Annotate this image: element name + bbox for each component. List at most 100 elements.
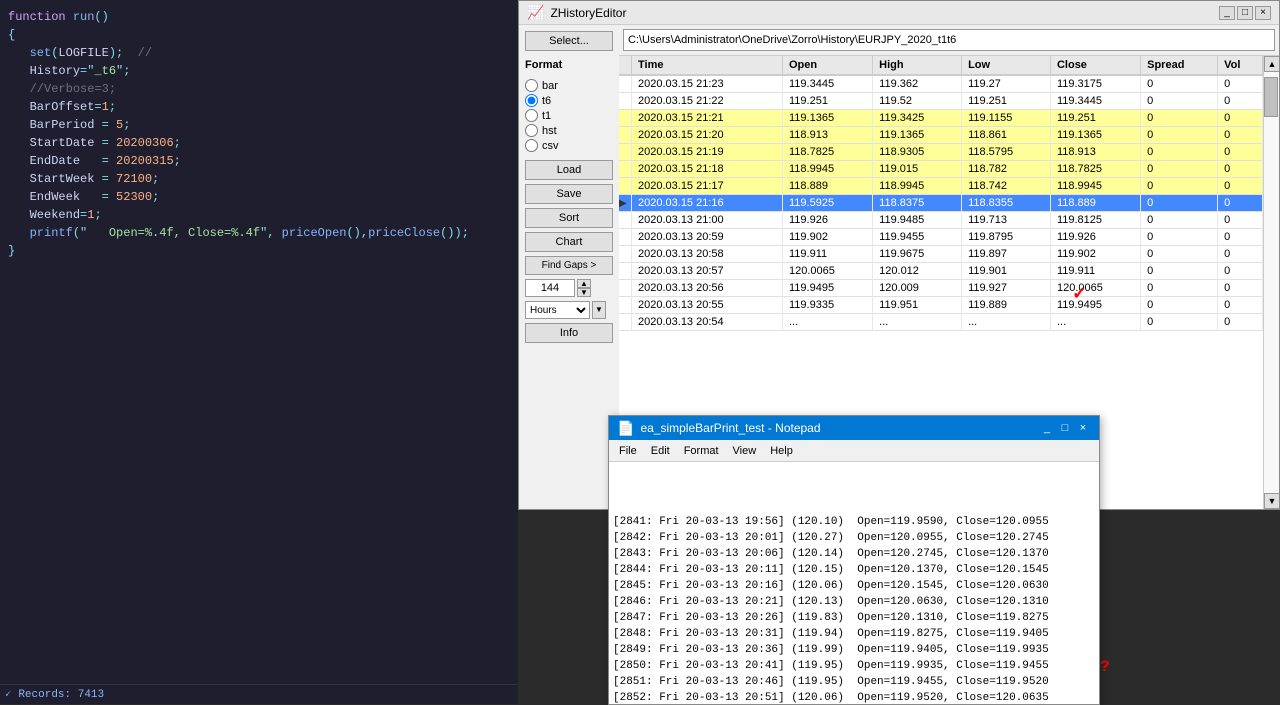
table-row[interactable]: 2020.03.15 21:22119.251119.52119.251119.…	[619, 93, 1263, 110]
table-row[interactable]: 2020.03.15 21:21119.1365119.3425119.1155…	[619, 110, 1263, 127]
cell-spread: 0	[1141, 314, 1218, 331]
table-row[interactable]: 2020.03.13 20:55119.9335119.951119.88911…	[619, 297, 1263, 314]
col-spread[interactable]: Spread	[1141, 56, 1218, 75]
zhistory-title: ZHistoryEditor	[550, 6, 1217, 20]
load-button[interactable]: Load	[525, 160, 613, 180]
col-open[interactable]: Open	[783, 56, 873, 75]
cell-high: 119.951	[873, 297, 962, 314]
cell-low: 118.5795	[962, 144, 1051, 161]
minimize-button[interactable]: _	[1219, 6, 1235, 20]
table-row[interactable]: 2020.03.13 20:57120.0065120.012119.90111…	[619, 263, 1263, 280]
notepad-content[interactable]: [2841: Fri 20-03-13 19:56] (120.10) Open…	[609, 462, 1099, 704]
cell-time: 2020.03.15 21:23	[632, 75, 783, 93]
menu-edit[interactable]: Edit	[645, 443, 676, 459]
notepad-line: [2846: Fri 20-03-13 20:21] (120.13) Open…	[613, 594, 1095, 610]
format-csv[interactable]: csv	[525, 139, 613, 152]
table-row[interactable]: 2020.03.15 21:17118.889118.9945118.74211…	[619, 178, 1263, 195]
notepad-line: [2841: Fri 20-03-13 19:56] (120.10) Open…	[613, 514, 1095, 530]
menu-format[interactable]: Format	[678, 443, 725, 459]
table-row[interactable]: 2020.03.15 21:19118.7825118.9305118.5795…	[619, 144, 1263, 161]
cell-close: 119.1365	[1050, 127, 1140, 144]
scroll-up-button[interactable]: ▲	[1264, 56, 1279, 72]
cell-spread: 0	[1141, 212, 1218, 229]
menu-file[interactable]: File	[613, 443, 643, 459]
col-vol[interactable]: Vol	[1218, 56, 1263, 75]
cell-vol: 0	[1218, 280, 1263, 297]
format-bar[interactable]: bar	[525, 79, 613, 92]
cell-vol: 0	[1218, 263, 1263, 280]
notepad-line: [2848: Fri 20-03-13 20:31] (119.94) Open…	[613, 626, 1095, 642]
select-button[interactable]: Select...	[525, 31, 613, 51]
cell-open: 119.251	[783, 93, 873, 110]
dropdown-arrow[interactable]: ▼	[592, 301, 606, 319]
format-hst[interactable]: hst	[525, 124, 613, 137]
cell-close: 119.911	[1050, 263, 1140, 280]
chart-button[interactable]: Chart	[525, 232, 613, 252]
row-arrow-cell	[619, 93, 632, 110]
notepad-close[interactable]: ×	[1075, 421, 1091, 435]
scroll-thumb[interactable]	[1264, 77, 1278, 117]
spinner-input[interactable]	[525, 279, 575, 297]
find-gaps-button[interactable]: Find Gaps >	[525, 256, 613, 275]
scroll-down-button[interactable]: ▼	[1264, 493, 1279, 509]
save-button[interactable]: Save	[525, 184, 613, 204]
zhistory-sidebar: Select... Format bar t6 t1 hst csv	[519, 25, 619, 509]
col-high[interactable]: High	[873, 56, 962, 75]
cell-vol: 0	[1218, 127, 1263, 144]
col-close[interactable]: Close	[1050, 56, 1140, 75]
records-bar: 🗸 Records: 7413	[0, 684, 518, 704]
sort-button[interactable]: Sort	[525, 208, 613, 228]
table-row[interactable]: 2020.03.13 20:54............00	[619, 314, 1263, 331]
table-scrollbar: ▲ ▼	[1263, 56, 1279, 509]
cell-time: 2020.03.13 20:55	[632, 297, 783, 314]
cell-low: 119.901	[962, 263, 1051, 280]
table-row[interactable]: 2020.03.13 20:58119.911119.9675119.89711…	[619, 246, 1263, 263]
table-row[interactable]: ▶2020.03.15 21:16119.5925118.8375118.835…	[619, 195, 1263, 212]
spinner-down[interactable]: ▼	[577, 288, 591, 297]
cell-open: 118.913	[783, 127, 873, 144]
notepad-maximize[interactable]: □	[1057, 421, 1073, 435]
menu-view[interactable]: View	[727, 443, 763, 459]
row-arrow-cell	[619, 297, 632, 314]
table-row[interactable]: 2020.03.15 21:20118.913119.1365118.86111…	[619, 127, 1263, 144]
format-t1[interactable]: t1	[525, 109, 613, 122]
cell-open: 118.9945	[783, 161, 873, 178]
scroll-track[interactable]	[1264, 72, 1279, 493]
close-button[interactable]: ×	[1255, 6, 1271, 20]
spinner-up[interactable]: ▲	[577, 279, 591, 288]
table-row[interactable]: 2020.03.13 20:59119.902119.9455119.87951…	[619, 229, 1263, 246]
cell-time: 2020.03.13 20:54	[632, 314, 783, 331]
cell-time: 2020.03.15 21:17	[632, 178, 783, 195]
info-button[interactable]: Info	[525, 323, 613, 343]
cell-vol: 0	[1218, 314, 1263, 331]
cell-close: 120.0065	[1050, 280, 1140, 297]
cell-high: 118.9945	[873, 178, 962, 195]
cell-close: 119.926	[1050, 229, 1140, 246]
menu-help[interactable]: Help	[764, 443, 799, 459]
cell-time: 2020.03.13 20:59	[632, 229, 783, 246]
period-dropdown[interactable]: Hours Minutes Days	[525, 301, 590, 319]
notepad-menubar: File Edit Format View Help	[609, 440, 1099, 462]
data-table-body: 2020.03.15 21:23119.3445119.362119.27119…	[619, 75, 1263, 331]
table-row[interactable]: 2020.03.13 21:00119.926119.9485119.71311…	[619, 212, 1263, 229]
table-row[interactable]: 2020.03.13 20:56119.9495120.009119.92712…	[619, 280, 1263, 297]
col-low[interactable]: Low	[962, 56, 1051, 75]
cell-close: 119.9495	[1050, 297, 1140, 314]
cell-time: 2020.03.15 21:18	[632, 161, 783, 178]
cell-high: 119.9675	[873, 246, 962, 263]
col-time[interactable]: Time	[632, 56, 783, 75]
path-input[interactable]	[623, 29, 1275, 51]
cell-low: 119.1155	[962, 110, 1051, 127]
cell-close: ...	[1050, 314, 1140, 331]
format-t6[interactable]: t6	[525, 94, 613, 107]
cell-vol: 0	[1218, 246, 1263, 263]
cell-time: 2020.03.15 21:21	[632, 110, 783, 127]
cell-vol: 0	[1218, 229, 1263, 246]
maximize-button[interactable]: □	[1237, 6, 1253, 20]
row-arrow: ▶	[619, 198, 627, 209]
table-row[interactable]: 2020.03.15 21:23119.3445119.362119.27119…	[619, 75, 1263, 93]
table-row[interactable]: 2020.03.15 21:18118.9945119.015118.78211…	[619, 161, 1263, 178]
notepad-line: [2851: Fri 20-03-13 20:46] (119.95) Open…	[613, 674, 1095, 690]
cell-low: 118.782	[962, 161, 1051, 178]
notepad-minimize[interactable]: _	[1039, 421, 1055, 435]
